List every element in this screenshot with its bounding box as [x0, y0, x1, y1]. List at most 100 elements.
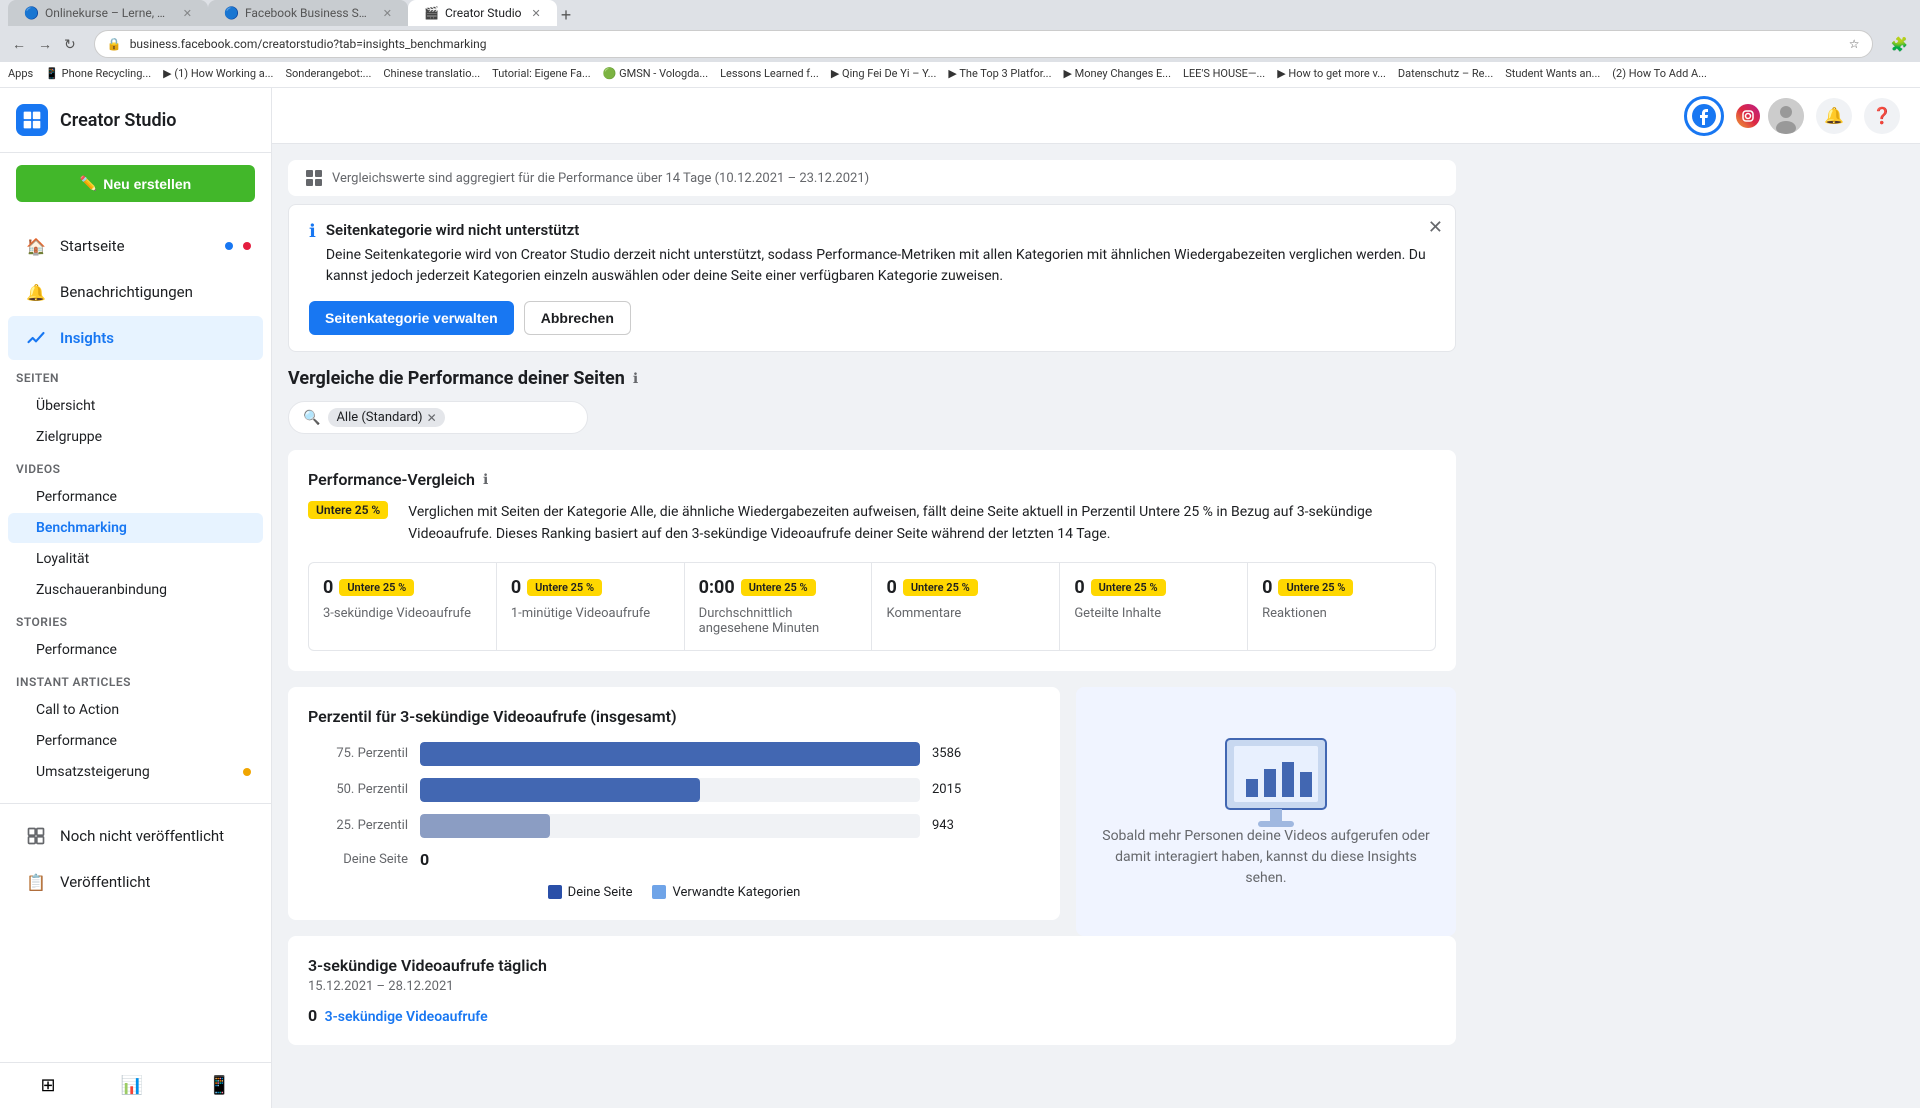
browser-chrome: 🔵 Onlinekurse – Lerne, was un... ✕ 🔵 Fac… [0, 0, 1920, 60]
percentile-value-50: 2015 [932, 782, 982, 797]
metric-top-5: 0 Untere 25 % [1262, 577, 1421, 598]
sidebar-sub-benchmarking[interactable]: Benchmarking [8, 513, 263, 543]
compare-info-icon[interactable]: ℹ [633, 371, 638, 387]
sidebar-label-insights: Insights [60, 329, 114, 347]
sub-label-zuschaueranbindung: Zuschaueranbindung [36, 582, 167, 598]
grid-icon [22, 110, 42, 130]
startseite-dot [225, 242, 233, 250]
search-bar[interactable]: 🔍 Alle (Standard) ✕ [288, 401, 588, 434]
user-avatar[interactable] [1768, 98, 1804, 134]
bookmark-15[interactable]: (2) How To Add A... [1612, 67, 1707, 80]
sidebar-sub-zuschaueranbindung[interactable]: Zuschaueranbindung [8, 575, 263, 605]
perf-badge: Untere 25 % [308, 501, 388, 519]
facebook-platform-button[interactable] [1684, 96, 1724, 136]
help-button[interactable]: ❓ [1864, 98, 1900, 134]
bookmark-8[interactable]: ▶ Qing Fei De Yi – Y... [831, 67, 937, 80]
metric-label-0: 3-sekündige Videoaufrufe [323, 606, 482, 621]
reload-button[interactable]: ↻ [60, 34, 80, 55]
sidebar-item-benachrichtigungen[interactable]: 🔔 Benachrichtigungen [8, 270, 263, 314]
sub-label-cta: Call to Action [36, 702, 119, 718]
sidebar-sub-ubersicht[interactable]: Übersicht [8, 391, 263, 421]
mobile-view-button[interactable]: 📱 [208, 1075, 230, 1096]
bookmark-11[interactable]: LEE'S HOUSE—... [1183, 67, 1265, 80]
new-create-button[interactable]: ✏️ Neu erstellen [16, 165, 255, 202]
percentile-bar-container-25 [420, 814, 920, 838]
bookmark-7[interactable]: Lessons Learned f... [720, 67, 819, 80]
bookmark-3[interactable]: Sonderangebot:... [285, 67, 371, 80]
bookmark-2[interactable]: ▶ (1) How Working a... [163, 67, 273, 80]
bookmark-13[interactable]: Datenschutz – Re... [1398, 67, 1493, 80]
sidebar-sub-umsatzsteigerung[interactable]: Umsatzsteigerung [8, 757, 263, 787]
sidebar-item-veroffentlicht[interactable]: 📋 Veröffentlicht [8, 860, 263, 904]
star-icon[interactable]: ☆ [1849, 37, 1860, 51]
insight-illustration: Sobald mehr Personen deine Videos aufger… [1076, 687, 1456, 936]
section-seiten: Seiten [0, 362, 271, 390]
sub-label-performance-stories: Performance [36, 642, 117, 658]
metric-value-4: 0 [1074, 577, 1084, 598]
table-view-button[interactable]: 📊 [121, 1075, 143, 1096]
tab-1[interactable]: 🔵 Onlinekurse – Lerne, was un... ✕ [8, 0, 208, 26]
sidebar-sub-zielgruppe[interactable]: Zielgruppe [8, 422, 263, 452]
section-instant-articles: Instant Articles [0, 666, 271, 694]
bookmark-10[interactable]: ▶ Money Changes E... [1063, 67, 1170, 80]
browser-controls: ← → ↻ [8, 34, 80, 55]
bookmark-4[interactable]: Chinese translatio... [383, 67, 480, 80]
daily-value-row: 0 3-sekündige Videoaufrufe [308, 1006, 1436, 1025]
bookmark-14[interactable]: Student Wants an... [1505, 67, 1600, 80]
search-tag-remove[interactable]: ✕ [427, 411, 437, 425]
daily-title: 3-sekündige Videoaufrufe täglich [308, 956, 1436, 975]
bookmark-12[interactable]: ▶ How to get more v... [1277, 67, 1386, 80]
metric-top-2: 0:00 Untere 25 % [699, 577, 858, 598]
sidebar-item-noch-nicht[interactable]: Noch nicht veröffentlicht [8, 814, 263, 858]
tab-2[interactable]: 🔵 Facebook Business Suite ✕ [208, 0, 408, 26]
warning-close-button[interactable]: ✕ [1428, 217, 1443, 238]
tab-label-3: Creator Studio [445, 6, 522, 20]
tab-3[interactable]: 🎬 Creator Studio ✕ [408, 0, 557, 26]
abbrechen-button[interactable]: Abbrechen [524, 301, 631, 335]
back-button[interactable]: ← [8, 34, 30, 54]
perf-vergleich-title: Performance-Vergleich [308, 470, 475, 489]
address-bar[interactable]: 🔒 business.facebook.com/creatorstudio?ta… [94, 30, 1873, 58]
extensions-button[interactable]: 🧩 [1887, 34, 1912, 55]
tab-close-1[interactable]: ✕ [183, 7, 192, 20]
info-top-bar: Vergleichswerte sind aggregiert für die … [288, 160, 1456, 196]
grid-view-button[interactable]: ⊞ [41, 1075, 56, 1096]
percentile-bar-container-50 [420, 778, 920, 802]
sidebar-sub-call-to-action[interactable]: Call to Action [8, 695, 263, 725]
bookmark-5[interactable]: Tutorial: Eigene Fa... [492, 67, 591, 80]
metric-top-4: 0 Untere 25 % [1074, 577, 1233, 598]
seitenkategorie-verwalten-button[interactable]: Seitenkategorie verwalten [309, 301, 514, 335]
metric-value-3: 0 [886, 577, 896, 598]
new-tab-button[interactable]: + [561, 5, 572, 26]
bookmark-apps[interactable]: Apps [8, 67, 33, 80]
sidebar-sub-loyalitat[interactable]: Loyalität [8, 544, 263, 574]
bell-icon: 🔔 [24, 280, 48, 304]
sidebar-item-insights[interactable]: Insights [8, 316, 263, 360]
metric-label-3: Kommentare [886, 606, 1045, 621]
lock-icon: 🔒 [107, 37, 122, 51]
browser-tabs: 🔵 Onlinekurse – Lerne, was un... ✕ 🔵 Fac… [0, 0, 1920, 26]
compare-section-title: Vergleiche die Performance deiner Seiten [288, 368, 625, 389]
sidebar-item-startseite[interactable]: 🏠 Startseite [8, 224, 263, 268]
deine-seite-label: Deine Seite [308, 852, 408, 867]
tab-close-3[interactable]: ✕ [532, 7, 541, 20]
warning-actions: Seitenkategorie verwalten Abbrechen [309, 301, 1435, 335]
daily-date: 15.12.2021 – 28.12.2021 [308, 979, 1436, 994]
notification-bell-button[interactable]: 🔔 [1816, 98, 1852, 134]
perf-description: Verglichen mit Seiten der Kategorie Alle… [408, 501, 1436, 546]
daily-section: 3-sekündige Videoaufrufe täglich 15.12.2… [288, 936, 1456, 1045]
bookmark-9[interactable]: ▶ The Top 3 Platfor... [948, 67, 1051, 80]
perf-vergleich-info-icon[interactable]: ℹ [483, 472, 488, 488]
sidebar-sub-performance-stories[interactable]: Performance [8, 635, 263, 665]
daily-link[interactable]: 3-sekündige Videoaufrufe [325, 1009, 488, 1025]
bookmark-1[interactable]: 📱 Phone Recycling... [45, 67, 151, 80]
bookmark-6[interactable]: 🟢 GMSN - Vologda... [603, 67, 708, 80]
forward-button[interactable]: → [34, 34, 56, 54]
sidebar-sub-performance-videos[interactable]: Performance [8, 482, 263, 512]
metric-badge-1: Untere 25 % [527, 579, 602, 596]
label-veroffentlicht: Veröffentlicht [60, 873, 150, 891]
sidebar-sub-performance-ia[interactable]: Performance [8, 726, 263, 756]
tab-close-2[interactable]: ✕ [383, 7, 392, 20]
instagram-platform-button[interactable] [1728, 96, 1768, 136]
tab-favicon-3: 🎬 [424, 6, 439, 20]
